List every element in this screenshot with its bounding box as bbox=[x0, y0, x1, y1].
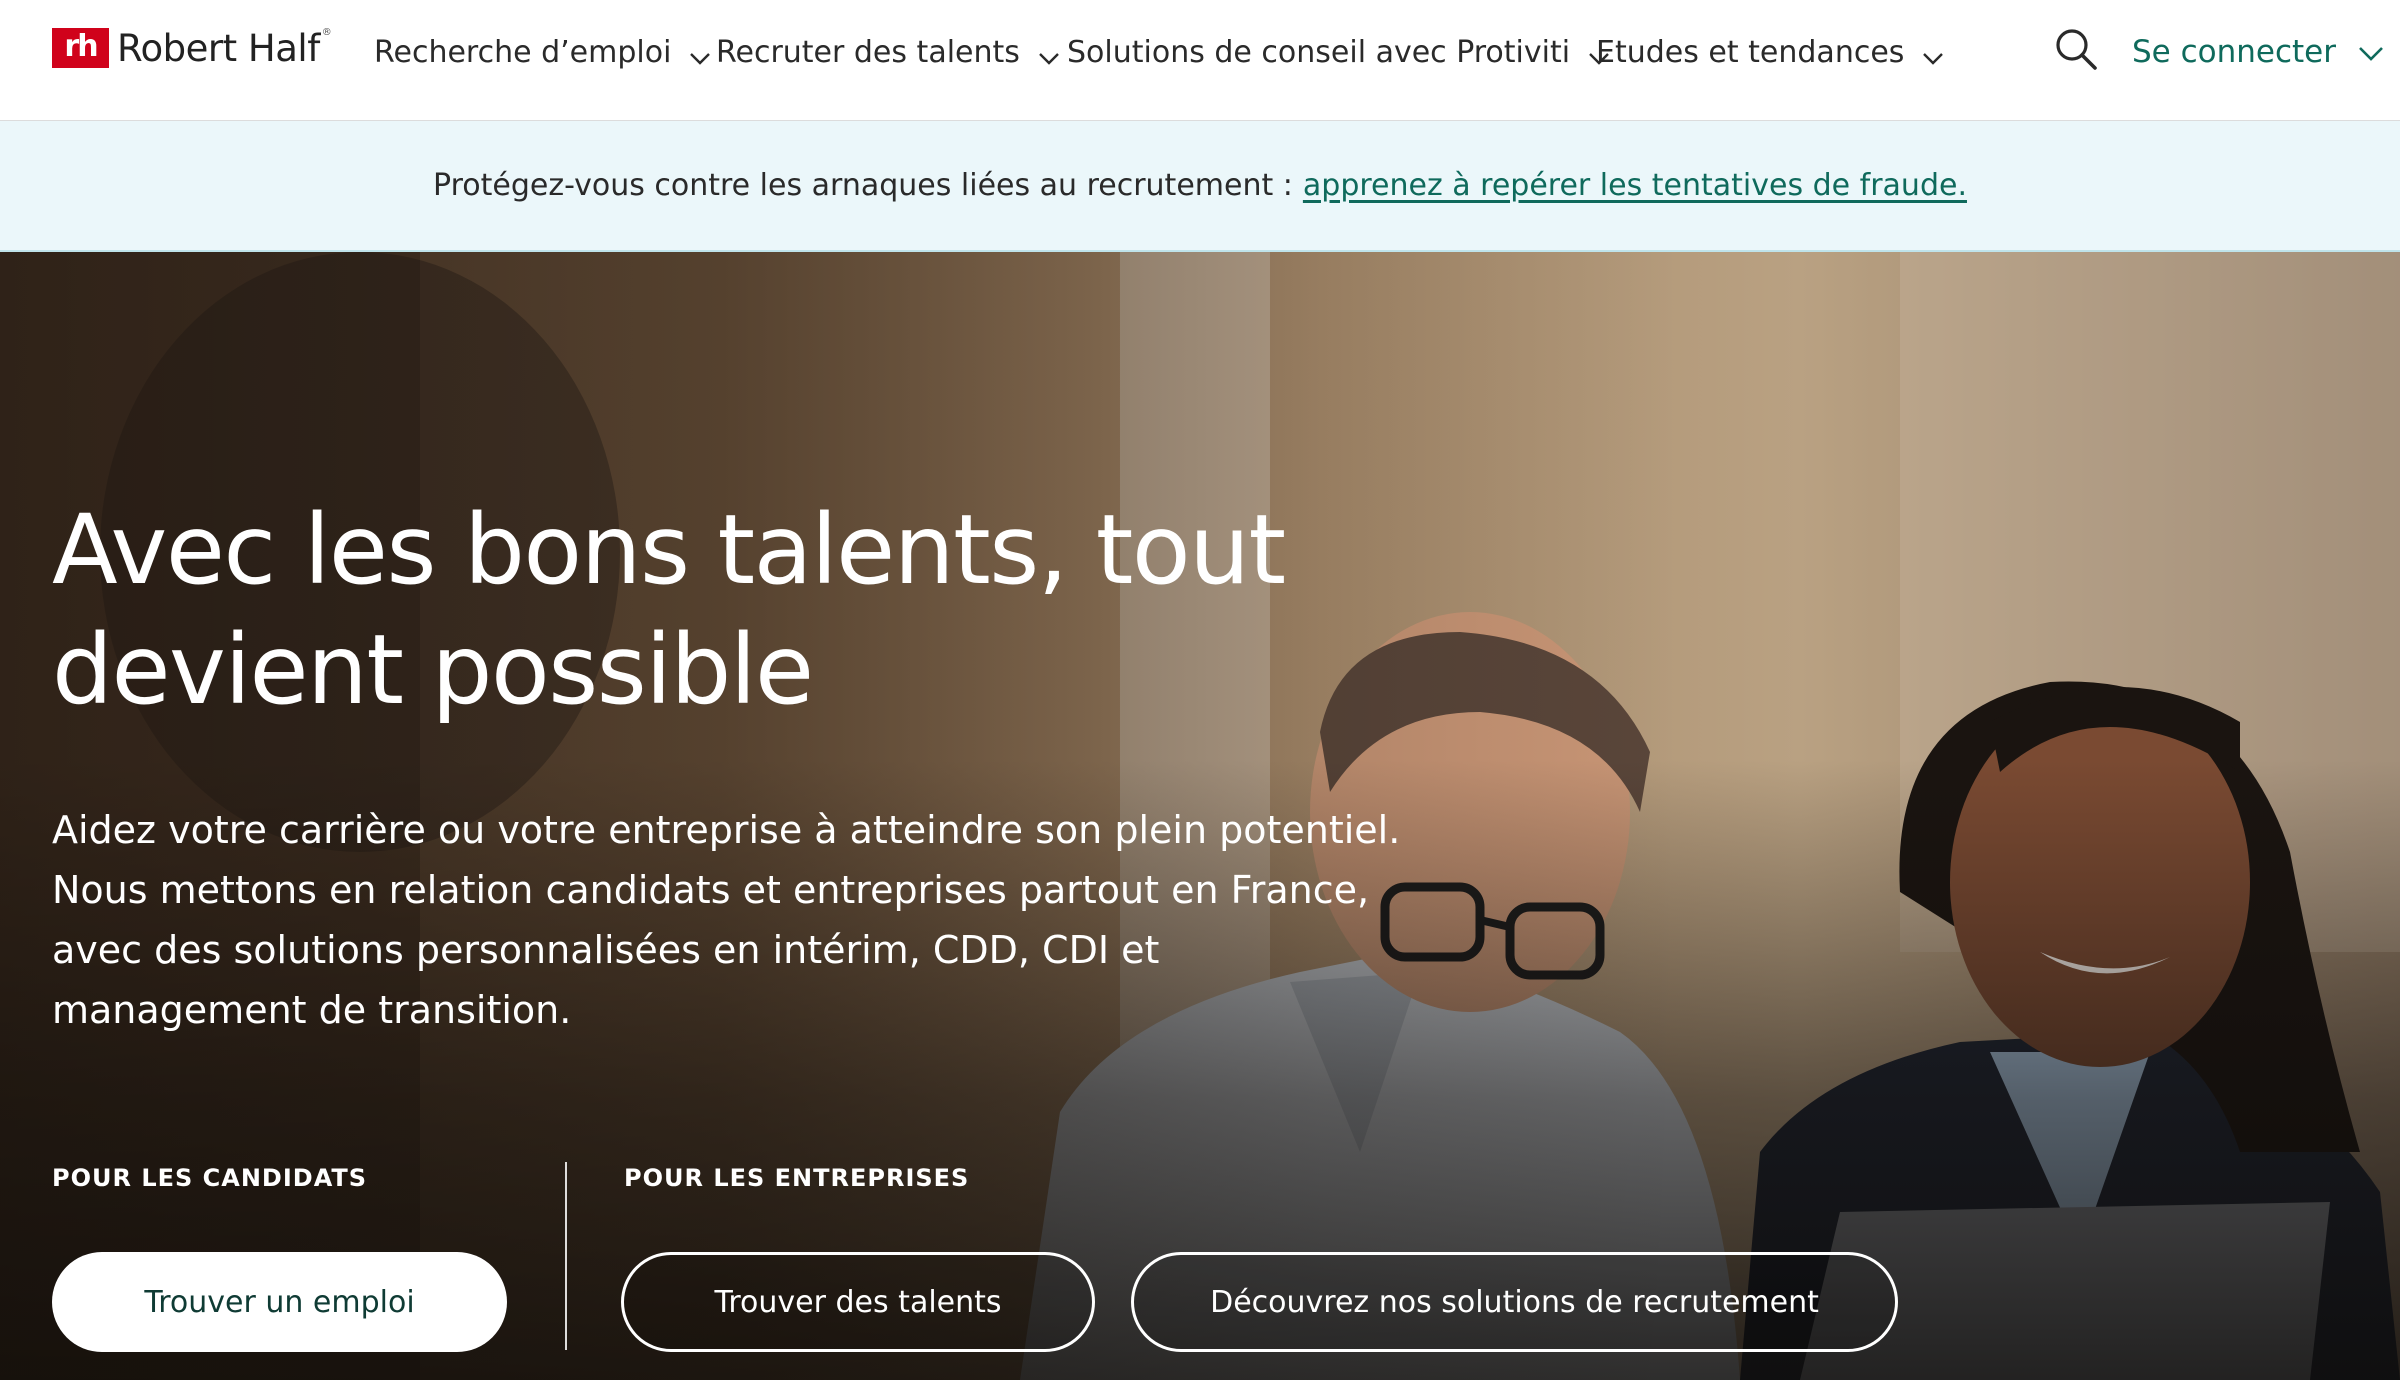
nav-item-label: Recruter des talents bbox=[716, 34, 1020, 70]
nav-item-protiviti[interactable]: Solutions de conseil avec Protiviti bbox=[1067, 30, 1610, 74]
login-button[interactable]: Se connecter bbox=[2132, 30, 2384, 74]
chevron-down-icon bbox=[2359, 47, 2383, 61]
login-label: Se connecter bbox=[2132, 34, 2336, 70]
alert-text: Protégez-vous contre les arnaques liées … bbox=[433, 168, 1293, 203]
companies-label: POUR LES ENTREPRISES bbox=[624, 1164, 970, 1192]
chevron-down-icon bbox=[1923, 53, 1944, 65]
nav-item-recruit-talents[interactable]: Recruter des talents bbox=[716, 30, 1060, 74]
site-header: rh Robert Half ® Recherche d’emploi Recru… bbox=[0, 0, 2400, 121]
nav-item-job-search[interactable]: Recherche d’emploi bbox=[374, 30, 711, 74]
recruitment-solutions-button[interactable]: Découvrez nos solutions de recrutement bbox=[1131, 1252, 1898, 1352]
find-talents-button[interactable]: Trouver des talents bbox=[621, 1252, 1095, 1352]
hero-section: Avec les bons talents, tout devient possi… bbox=[0, 252, 2400, 1380]
candidates-label: POUR LES CANDIDATS bbox=[52, 1164, 368, 1192]
nav-item-studies-trends[interactable]: Etudes et tendances bbox=[1596, 30, 1944, 74]
robert-half-logo[interactable]: rh Robert Half ® bbox=[52, 26, 332, 70]
nav-item-label: Etudes et tendances bbox=[1596, 34, 1905, 70]
fraud-alert-banner: Protégez-vous contre les arnaques liées … bbox=[0, 121, 2400, 252]
nav-item-label: Recherche d’emploi bbox=[374, 34, 672, 70]
hero-title: Avec les bons talents, tout devient possi… bbox=[52, 494, 1286, 726]
cta-divider bbox=[565, 1162, 567, 1350]
find-job-button[interactable]: Trouver un emploi bbox=[52, 1252, 507, 1352]
logo-text: Robert Half ® bbox=[117, 26, 332, 70]
hero-description: Aidez votre carrière ou votre entreprise… bbox=[52, 808, 1401, 1032]
search-icon[interactable] bbox=[2053, 26, 2099, 72]
chevron-down-icon bbox=[1039, 53, 1059, 65]
fraud-info-link[interactable]: apprenez à repérer les tentatives de fra… bbox=[1303, 168, 1967, 203]
chevron-down-icon bbox=[690, 53, 711, 65]
logo-mark: rh bbox=[52, 28, 109, 68]
nav-item-label: Solutions de conseil avec Protiviti bbox=[1067, 34, 1571, 70]
